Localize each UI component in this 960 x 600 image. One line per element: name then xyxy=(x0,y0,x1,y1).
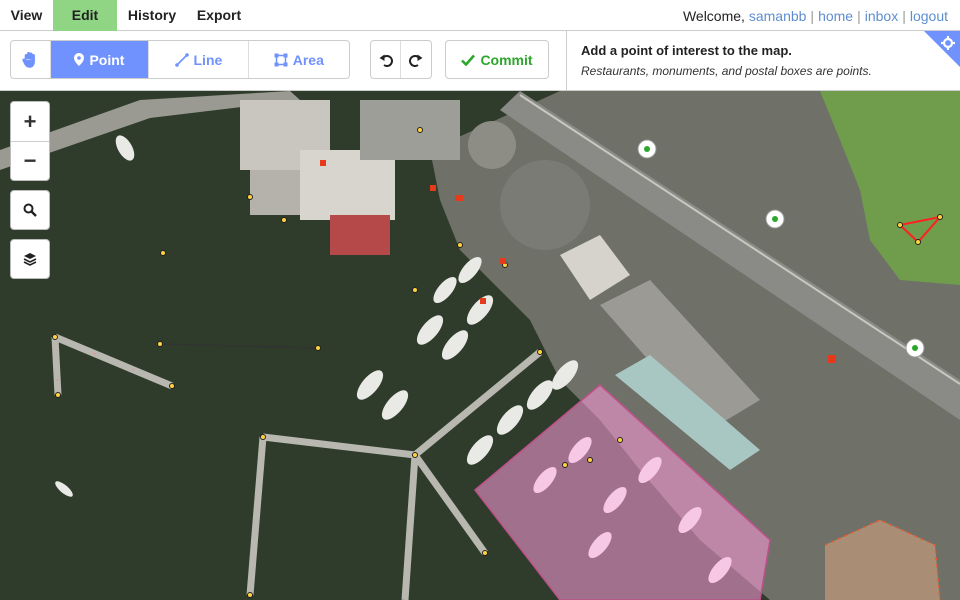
username-link[interactable]: samanbb xyxy=(749,8,807,24)
undo-redo-group xyxy=(370,40,432,79)
search-icon xyxy=(23,203,37,217)
nav-edit[interactable]: Edit xyxy=(53,0,117,31)
zoom-out-button[interactable]: − xyxy=(11,141,49,180)
undo-icon xyxy=(379,54,393,67)
checkmark-icon xyxy=(461,54,476,66)
redo-icon xyxy=(409,54,423,67)
zoom-controls: + − xyxy=(10,101,50,181)
add-line-button[interactable]: Line xyxy=(149,41,249,78)
add-point-button[interactable]: Point xyxy=(50,41,150,78)
hand-icon xyxy=(22,51,36,68)
inbox-link[interactable]: inbox xyxy=(865,8,898,24)
commit-button[interactable]: Commit xyxy=(446,41,548,78)
layers-control xyxy=(10,239,50,279)
help-description: Restaurants, monuments, and postal boxes… xyxy=(581,64,872,78)
help-panel: Add a point of interest to the map. Rest… xyxy=(566,31,960,91)
zoom-in-button[interactable]: + xyxy=(11,102,49,141)
home-link[interactable]: home xyxy=(818,8,853,24)
commit-group: Commit xyxy=(445,40,549,79)
edit-toolbar: Point Line Area Commit xyxy=(0,31,566,91)
mode-buttons: Point Line Area xyxy=(10,40,350,79)
nav-history[interactable]: History xyxy=(117,0,187,31)
settings-icon[interactable] xyxy=(924,31,960,67)
nav-export[interactable]: Export xyxy=(187,0,251,31)
browse-button[interactable] xyxy=(11,41,51,78)
help-title: Add a point of interest to the map. xyxy=(581,43,792,58)
add-area-button[interactable]: Area xyxy=(249,41,349,78)
area-icon xyxy=(274,53,288,66)
layers-icon xyxy=(23,253,37,266)
line-icon xyxy=(174,52,189,67)
area-label: Area xyxy=(292,51,324,68)
top-navigation: View Edit History Export Welcome, samanb… xyxy=(0,0,960,31)
layers-button[interactable] xyxy=(11,240,49,278)
map-pin-icon xyxy=(74,53,85,66)
welcome-text: Welcome, xyxy=(682,8,745,24)
line-label: Line xyxy=(193,51,223,68)
point-label: Point xyxy=(89,51,125,68)
nav-view[interactable]: View xyxy=(0,0,53,31)
search-button[interactable] xyxy=(11,191,49,229)
satellite-map[interactable] xyxy=(0,91,960,600)
undo-button[interactable] xyxy=(371,41,402,78)
redo-button[interactable] xyxy=(401,41,431,78)
logout-link[interactable]: logout xyxy=(910,8,948,24)
user-bar: Welcome, samanbb | home | inbox | logout xyxy=(682,8,948,24)
search-control xyxy=(10,190,50,230)
map-canvas[interactable]: + − xyxy=(0,91,960,600)
commit-label: Commit xyxy=(480,51,533,68)
